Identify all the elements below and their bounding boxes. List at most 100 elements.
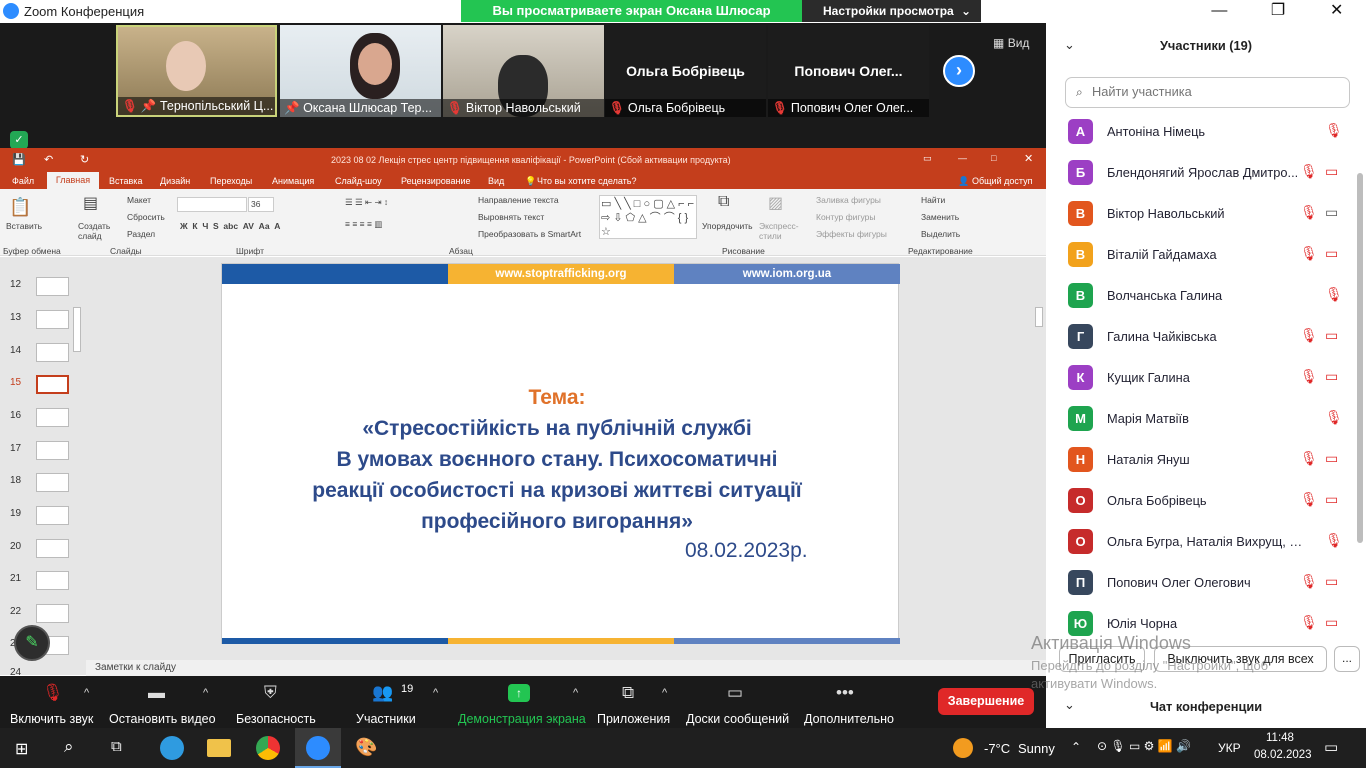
reset-button[interactable]: Сбросить xyxy=(127,212,165,222)
ppt-close[interactable]: ✕ xyxy=(1024,152,1033,165)
participant-row[interactable]: Н Наталія Януш 🎙 ▭ xyxy=(1068,438,1348,479)
text-direction-button[interactable]: Направление текста xyxy=(478,195,559,205)
chevron-up-icon[interactable]: ^ xyxy=(203,687,208,699)
tray-icons[interactable]: ⊙ 🎙 ▭ ⚙ 📶 🔊 xyxy=(1097,739,1191,753)
mic-off-icon[interactable]: 🎙 xyxy=(1300,327,1318,344)
mic-off-icon[interactable]: 🎙 xyxy=(1300,163,1318,180)
shield-icon[interactable]: ⛨ xyxy=(264,683,277,703)
shape-effects-button[interactable]: Эффекты фигуры xyxy=(816,229,887,239)
video-off-icon[interactable]: ▭ xyxy=(1325,614,1338,631)
video-off-icon[interactable]: ▭ xyxy=(1325,450,1338,467)
chat-header[interactable]: Чат конференции xyxy=(1046,699,1366,714)
tab-view[interactable]: Вид xyxy=(488,176,504,186)
mic-off-icon[interactable]: 🎙 xyxy=(1325,532,1343,549)
clock-date[interactable]: 08.02.2023 xyxy=(1254,749,1312,761)
file-explorer-icon[interactable] xyxy=(207,739,231,757)
undo-icon[interactable]: ↶ xyxy=(44,153,53,166)
slide-thumb[interactable]: 12 xyxy=(10,277,69,296)
view-settings-button[interactable]: Настройки просмотра ⌄ xyxy=(802,0,981,22)
slide-thumb[interactable]: 16 xyxy=(10,408,69,427)
shape-outline-button[interactable]: Контур фигуры xyxy=(816,212,875,222)
tab-transitions[interactable]: Переходы xyxy=(210,176,252,186)
participant-row[interactable]: А Антоніна Німець 🎙 xyxy=(1068,110,1348,151)
thumb-scrollbar[interactable] xyxy=(73,307,81,352)
participant-row[interactable]: В Віктор Навольський 🎙 ▭ xyxy=(1068,192,1348,233)
participant-row[interactable]: М Марія Матвіїв 🎙 xyxy=(1068,397,1348,438)
more-button[interactable]: Дополнительно xyxy=(804,712,894,726)
replace-button[interactable]: Заменить xyxy=(921,212,959,222)
redo-icon[interactable]: ↻ xyxy=(80,153,89,166)
panel-scrollbar[interactable] xyxy=(1357,173,1363,543)
video-tile[interactable]: 🎙 Віктор Навольський xyxy=(443,25,604,117)
video-off-icon[interactable]: ▭ xyxy=(1325,573,1338,590)
chevron-up-icon[interactable]: ^ xyxy=(84,687,89,699)
annotate-pen-icon[interactable]: ✎ xyxy=(14,625,50,661)
participants-button[interactable]: Участники xyxy=(356,712,416,726)
mic-off-icon[interactable]: 🎙 xyxy=(1325,409,1343,426)
smartart-button[interactable]: Преобразовать в SmartArt xyxy=(478,229,581,239)
font-name-box[interactable] xyxy=(177,197,247,212)
mic-off-icon[interactable]: 🎙 xyxy=(1300,368,1318,385)
share-screen-button[interactable]: Демонстрация экрана xyxy=(458,712,586,726)
paste-icon[interactable]: 📋 xyxy=(9,197,31,218)
paste-button[interactable]: Вставить xyxy=(6,221,42,231)
participant-row[interactable]: П Попович Олег Олегович 🎙 ▭ xyxy=(1068,561,1348,602)
search-field[interactable]: ⌕ xyxy=(1065,77,1350,108)
slide-thumb[interactable]: 22 xyxy=(10,604,69,623)
more-icon[interactable]: ••• xyxy=(836,683,854,703)
apps-button[interactable]: Приложения xyxy=(597,712,670,726)
participants-icon[interactable]: 👥 xyxy=(372,683,393,703)
create-slide-button[interactable]: Создать слайд xyxy=(78,221,110,241)
video-tile[interactable]: Попович Олег... 🎙 Попович Олег Олег... xyxy=(768,25,929,117)
participant-row[interactable]: В Віталій Гайдамаха 🎙 ▭ xyxy=(1068,233,1348,274)
video-tile[interactable]: 📌 Оксана Шлюсар Тер... xyxy=(280,25,441,117)
tab-home[interactable]: Главная xyxy=(47,172,99,189)
select-button[interactable]: Выделить xyxy=(921,229,960,239)
video-off-icon[interactable]: ▭ xyxy=(1325,327,1338,344)
mic-off-icon[interactable]: 🎙 xyxy=(1300,204,1318,221)
tab-slideshow[interactable]: Слайд-шоу xyxy=(335,176,382,186)
minimize-button[interactable]: — xyxy=(1190,0,1249,23)
video-tile[interactable]: Ольга Бобрівець 🎙 Ольга Бобрівець xyxy=(605,25,766,117)
task-view-icon[interactable]: ⧉ xyxy=(111,738,122,755)
language-indicator[interactable]: УКР xyxy=(1218,741,1241,755)
bold-button[interactable]: Ж К Ч S abc AV Aa A xyxy=(180,221,280,231)
chrome-icon[interactable] xyxy=(256,736,280,760)
video-off-icon[interactable]: ▭ xyxy=(1325,163,1338,180)
slide-thumb[interactable]: 20 xyxy=(10,539,69,558)
tray-chevron-icon[interactable]: ⌃ xyxy=(1071,740,1081,754)
share-button[interactable]: Общий доступ xyxy=(972,176,1032,186)
whiteboards-button[interactable]: Доски сообщений xyxy=(686,712,789,726)
windows-start-icon[interactable]: ⊞ xyxy=(15,739,28,759)
tell-me-input[interactable]: Что вы хотите сделать? xyxy=(537,176,637,186)
chevron-up-icon[interactable]: ^ xyxy=(573,687,578,699)
slide-notes[interactable]: Заметки к слайду xyxy=(86,660,1046,676)
video-off-icon[interactable]: ▭ xyxy=(1325,368,1338,385)
tab-design[interactable]: Дизайн xyxy=(160,176,190,186)
notification-icon[interactable]: ▭ xyxy=(1324,738,1338,756)
share-screen-icon[interactable]: ↑ xyxy=(508,684,530,702)
weather-temp[interactable]: -7°C xyxy=(984,741,1010,756)
apps-icon[interactable]: ⧉ xyxy=(622,683,634,703)
list-buttons[interactable]: ☰ ☰ ⇤ ⇥ ↕ xyxy=(345,197,388,208)
participant-row[interactable]: Г Галина Чайківська 🎙 ▭ xyxy=(1068,315,1348,356)
weather-text[interactable]: Sunny xyxy=(1018,741,1055,756)
participant-row[interactable]: К Кущик Галина 🎙 ▭ xyxy=(1068,356,1348,397)
mic-off-icon[interactable]: 🎙 xyxy=(1325,122,1343,139)
section-button[interactable]: Раздел xyxy=(127,229,155,239)
slide-thumb[interactable]: 21 xyxy=(10,571,69,590)
close-button[interactable]: ✕ xyxy=(1307,0,1366,23)
mic-off-icon[interactable]: 🎙 xyxy=(42,683,64,703)
ribbon-options-icon[interactable]: ▭ xyxy=(923,153,932,164)
slide-thumb[interactable]: 14 xyxy=(10,343,69,362)
slide-scrollbar[interactable] xyxy=(1035,307,1043,327)
slide-thumb[interactable]: 13 xyxy=(10,310,69,329)
video-off-icon[interactable]: ▭ xyxy=(1325,491,1338,508)
tab-review[interactable]: Рецензирование xyxy=(401,176,471,186)
ppt-minimize[interactable]: — xyxy=(958,153,967,163)
panel-more-button[interactable]: ... xyxy=(1334,646,1360,672)
edge-icon[interactable] xyxy=(160,736,184,760)
save-icon[interactable]: 💾 xyxy=(12,153,26,166)
tab-file[interactable]: Файл xyxy=(12,176,34,186)
participant-row[interactable]: О Ольга Бугра, Наталія Вихрущ, Кат... 🎙 xyxy=(1068,520,1348,561)
